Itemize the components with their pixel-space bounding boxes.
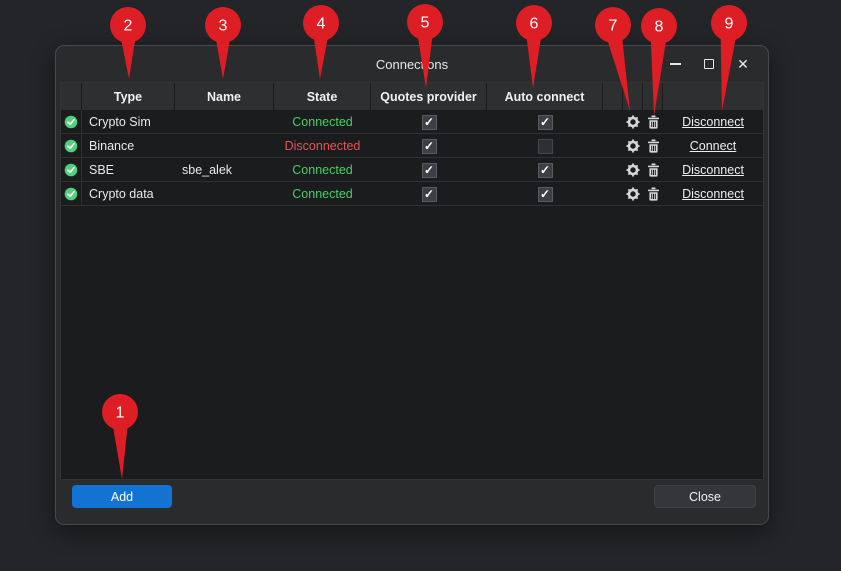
quotes-provider-checkbox[interactable] — [422, 139, 437, 154]
auto-connect-checkbox[interactable] — [538, 139, 553, 154]
connection-type: SBE — [82, 158, 175, 182]
delete-trash-icon[interactable] — [643, 134, 663, 158]
quotes-provider-column-header: Quotes provider — [371, 83, 487, 110]
state-column-header: State — [274, 83, 371, 110]
svg-text:8: 8 — [655, 19, 664, 36]
auto-connect-checkbox[interactable] — [538, 163, 553, 178]
table-row: Crypto data Connected Disconnect — [61, 182, 763, 206]
title-bar[interactable]: Connections ✕ — [56, 46, 768, 82]
connection-type: Crypto data — [82, 182, 175, 206]
auto-connect-checkbox[interactable] — [538, 115, 553, 130]
connections-dialog: Connections ✕ Type Name State Quotes pro… — [55, 45, 769, 525]
svg-text:5: 5 — [421, 15, 430, 32]
connection-type: Crypto Sim — [82, 110, 175, 134]
connection-action-link[interactable]: Connect — [690, 139, 737, 153]
auto-connect-column-header: Auto connect — [487, 83, 603, 110]
connection-state: Connected — [274, 158, 371, 182]
table-row: Crypto Sim Connected Disconnect — [61, 110, 763, 134]
action-column-header — [663, 83, 763, 110]
svg-text:6: 6 — [530, 16, 539, 33]
delete-trash-icon[interactable] — [643, 110, 663, 134]
status-ok-icon — [64, 163, 78, 177]
settings-gear-icon[interactable] — [623, 110, 643, 134]
minimize-button[interactable] — [658, 49, 692, 79]
table-header-row: Type Name State Quotes provider Auto con… — [61, 83, 763, 110]
svg-text:9: 9 — [725, 16, 734, 33]
quotes-provider-checkbox[interactable] — [422, 115, 437, 130]
settings-gear-icon[interactable] — [623, 158, 643, 182]
close-button[interactable]: ✕ — [726, 49, 760, 79]
connection-action-link[interactable]: Disconnect — [682, 187, 744, 201]
status-ok-icon — [64, 115, 78, 129]
connection-name: sbe_alek — [175, 158, 274, 182]
connection-state: Disconnected — [274, 134, 371, 158]
svg-text:2: 2 — [124, 18, 133, 35]
window-controls: ✕ — [658, 46, 760, 82]
minimize-icon — [670, 63, 681, 65]
connection-name — [175, 182, 274, 206]
table-row: SBE sbe_alek Connected Disconnect — [61, 158, 763, 182]
delete-trash-icon[interactable] — [643, 182, 663, 206]
quotes-provider-checkbox[interactable] — [422, 163, 437, 178]
settings-gear-icon[interactable] — [623, 182, 643, 206]
connection-state: Connected — [274, 182, 371, 206]
status-ok-icon — [64, 139, 78, 153]
connection-name — [175, 110, 274, 134]
status-ok-icon — [64, 187, 78, 201]
svg-text:4: 4 — [317, 16, 326, 33]
table-row: Binance Disconnected Connect — [61, 134, 763, 158]
close-dialog-button[interactable]: Close — [654, 485, 756, 508]
connection-state: Connected — [274, 110, 371, 134]
settings-gear-icon[interactable] — [623, 134, 643, 158]
maximize-button[interactable] — [692, 49, 726, 79]
delete-trash-icon[interactable] — [643, 158, 663, 182]
type-column-header: Type — [82, 83, 175, 110]
name-column-header: Name — [175, 83, 274, 110]
connection-name — [175, 134, 274, 158]
auto-connect-checkbox[interactable] — [538, 187, 553, 202]
svg-text:3: 3 — [219, 18, 228, 35]
delete-column-header — [643, 83, 663, 110]
connections-table: Type Name State Quotes provider Auto con… — [60, 82, 764, 480]
connection-action-link[interactable]: Disconnect — [682, 163, 744, 177]
settings-column-header — [623, 83, 643, 110]
maximize-icon — [704, 59, 714, 69]
status-column-header — [61, 83, 82, 110]
spacer-column-header — [603, 83, 623, 110]
quotes-provider-checkbox[interactable] — [422, 187, 437, 202]
add-button[interactable]: Add — [72, 485, 172, 508]
connection-type: Binance — [82, 134, 175, 158]
svg-text:7: 7 — [609, 18, 618, 35]
connection-action-link[interactable]: Disconnect — [682, 115, 744, 129]
